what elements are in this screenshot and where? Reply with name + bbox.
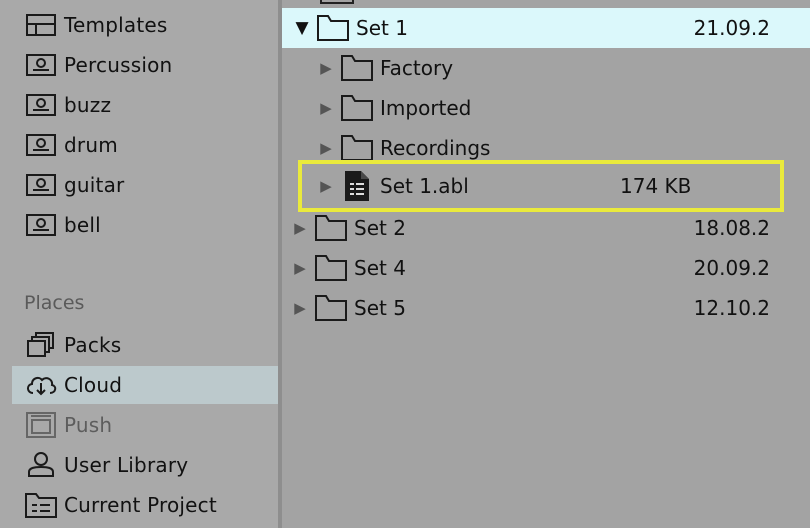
places-heading: Places	[24, 292, 85, 314]
project-icon	[24, 491, 58, 519]
row-name: Set 5	[354, 296, 406, 320]
user-folder-icon	[24, 171, 58, 199]
folder-icon	[314, 294, 348, 322]
templates-icon	[24, 11, 58, 39]
user-folder-icon	[24, 51, 58, 79]
browser-row-set-5[interactable]: ▶ Set 5 12.10.2	[282, 288, 810, 328]
row-name: Factory	[380, 56, 454, 80]
browser-row-imported[interactable]: ▶ Imported	[282, 88, 810, 128]
sidebar-item-label: Templates	[64, 13, 168, 37]
sidebar-item-label: Push	[64, 413, 113, 437]
user-folder-icon	[24, 131, 58, 159]
row-name: Set 2	[354, 216, 406, 240]
sidebar-item-label: Percussion	[64, 53, 173, 77]
sidebar-item-label: bell	[64, 213, 101, 237]
folder-icon	[340, 54, 374, 82]
sidebar-item-push[interactable]: Push	[12, 406, 278, 444]
folder-icon	[340, 134, 374, 162]
browser-row-set-1[interactable]: ▼ Set 1 21.09.2	[282, 8, 810, 48]
row-date: 12.10.2	[693, 296, 770, 320]
row-name: Set 4	[354, 256, 406, 280]
sidebar-item-drum[interactable]: drum	[12, 126, 278, 164]
live-set-file-icon	[340, 171, 374, 201]
row-name: Recordings	[380, 136, 491, 160]
sidebar-item-label: Current Project	[64, 493, 217, 517]
browser-row-recordings[interactable]: ▶ Recordings	[282, 128, 810, 168]
folder-icon	[320, 0, 354, 4]
sidebar-item-user-library[interactable]: User Library	[12, 446, 278, 484]
sidebar-item-label: guitar	[64, 173, 125, 197]
sidebar-item-current-project[interactable]: Current Project	[12, 486, 278, 524]
sidebar: Templates Percussion buzz drum guitar be…	[0, 0, 278, 528]
row-date: 18.08.2	[693, 216, 770, 240]
browser-row-set-4[interactable]: ▶ Set 4 20.09.2	[282, 248, 810, 288]
cloud-icon	[24, 371, 58, 399]
sidebar-item-buzz[interactable]: buzz	[12, 86, 278, 124]
triangle-right-icon[interactable]: ▶	[290, 219, 310, 237]
triangle-down-icon[interactable]: ▼	[292, 18, 312, 38]
sidebar-item-label: buzz	[64, 93, 112, 117]
sidebar-item-percussion[interactable]: Percussion	[12, 46, 278, 84]
sidebar-item-label: Packs	[64, 333, 122, 357]
row-date: 21.09.2	[693, 16, 770, 40]
folder-icon	[314, 254, 348, 282]
sidebar-item-bell[interactable]: bell	[12, 206, 278, 244]
browser-row-factory[interactable]: ▶ Factory	[282, 48, 810, 88]
triangle-right-icon[interactable]: ▶	[290, 259, 310, 277]
sidebar-item-cloud[interactable]: Cloud	[12, 366, 278, 404]
sidebar-item-guitar[interactable]: guitar	[12, 166, 278, 204]
sidebar-item-label: Cloud	[64, 373, 123, 397]
file-browser: ▼ Set 1 21.09.2 ▶ Factory ▶ Imported ▶ R…	[282, 0, 810, 528]
push-icon	[24, 411, 58, 439]
sidebar-item-templates[interactable]: Templates	[12, 6, 278, 44]
sidebar-item-packs[interactable]: Packs	[12, 326, 278, 364]
triangle-right-icon[interactable]: ▶	[316, 139, 336, 157]
user-folder-icon	[24, 211, 58, 239]
user-icon	[24, 451, 58, 479]
user-folder-icon	[24, 91, 58, 119]
sidebar-item-label: User Library	[64, 453, 189, 477]
folder-icon	[316, 14, 350, 42]
packs-icon	[24, 331, 58, 359]
triangle-right-icon[interactable]: ▶	[290, 299, 310, 317]
triangle-right-icon[interactable]: ▶	[316, 59, 336, 77]
folder-icon	[314, 214, 348, 242]
row-name: Set 1.abl	[380, 174, 469, 198]
browser-row-set-2[interactable]: ▶ Set 2 18.08.2	[282, 208, 810, 248]
sidebar-item-label: drum	[64, 133, 118, 157]
row-size: 174 KB	[620, 174, 692, 198]
row-date: 20.09.2	[693, 256, 770, 280]
triangle-right-icon[interactable]: ▶	[316, 177, 336, 195]
folder-icon	[340, 94, 374, 122]
triangle-right-icon[interactable]: ▶	[316, 99, 336, 117]
row-name: Set 1	[356, 16, 408, 40]
row-name: Imported	[380, 96, 472, 120]
browser-row-set-1-abl[interactable]: ▶ Set 1.abl 174 KB	[282, 166, 810, 206]
